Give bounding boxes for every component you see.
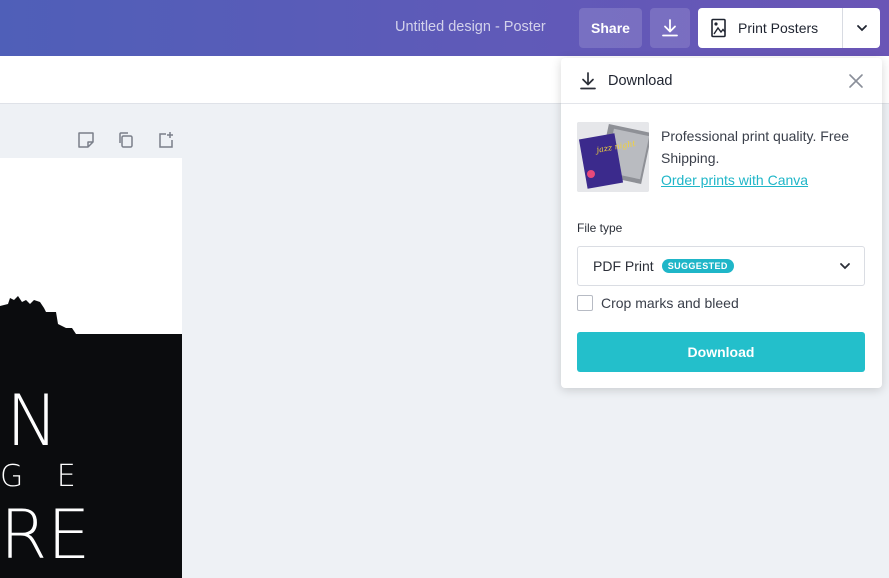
download-panel-title: Download (608, 72, 673, 89)
file-type-value: PDF Print (593, 258, 654, 274)
promo-text: Professional print quality. Free Shippin… (661, 128, 850, 166)
copy-icon[interactable] (116, 130, 136, 150)
print-posters-button[interactable]: Print Posters (698, 8, 842, 48)
poster-heading-line: N (6, 380, 59, 462)
share-button[interactable]: Share (579, 8, 642, 48)
file-type-label: File type (577, 221, 623, 235)
document-title[interactable]: Untitled design - Poster (395, 19, 546, 35)
order-prints-link[interactable]: Order prints with Canva (661, 169, 871, 191)
print-posters-label: Print Posters (738, 20, 819, 36)
close-icon[interactable] (846, 71, 866, 91)
download-icon (662, 19, 678, 37)
crop-marks-checkbox[interactable] (577, 295, 593, 311)
note-icon[interactable] (76, 130, 96, 150)
promo-description: Professional print quality. Free Shippin… (661, 125, 871, 191)
print-promo: jazz night Professional print quality. F… (577, 122, 867, 202)
top-bar: Untitled design - Poster Share Print Pos… (0, 0, 889, 56)
download-panel: Download jazz night Professional print q… (561, 58, 882, 388)
download-toolbar-button[interactable] (650, 8, 690, 48)
crop-marks-option[interactable]: Crop marks and bleed (577, 295, 739, 311)
poster-heading-line-2: RE (0, 496, 91, 575)
chevron-down-icon (840, 263, 850, 270)
chevron-down-icon (856, 25, 867, 32)
suggested-badge: SUGGESTED (661, 259, 734, 273)
file-type-select[interactable]: PDF Print SUGGESTED (577, 246, 865, 286)
download-icon (580, 71, 596, 89)
add-page-icon[interactable] (156, 130, 176, 150)
poster-subtitle-line: G E (0, 459, 88, 494)
page-tools (76, 130, 176, 150)
crop-marks-label: Crop marks and bleed (601, 295, 739, 311)
promo-thumbnail: jazz night (577, 122, 649, 192)
print-icon (711, 18, 726, 38)
download-panel-header: Download (561, 58, 882, 104)
download-button[interactable]: Download (577, 332, 865, 372)
print-options-dropdown[interactable] (842, 8, 880, 48)
